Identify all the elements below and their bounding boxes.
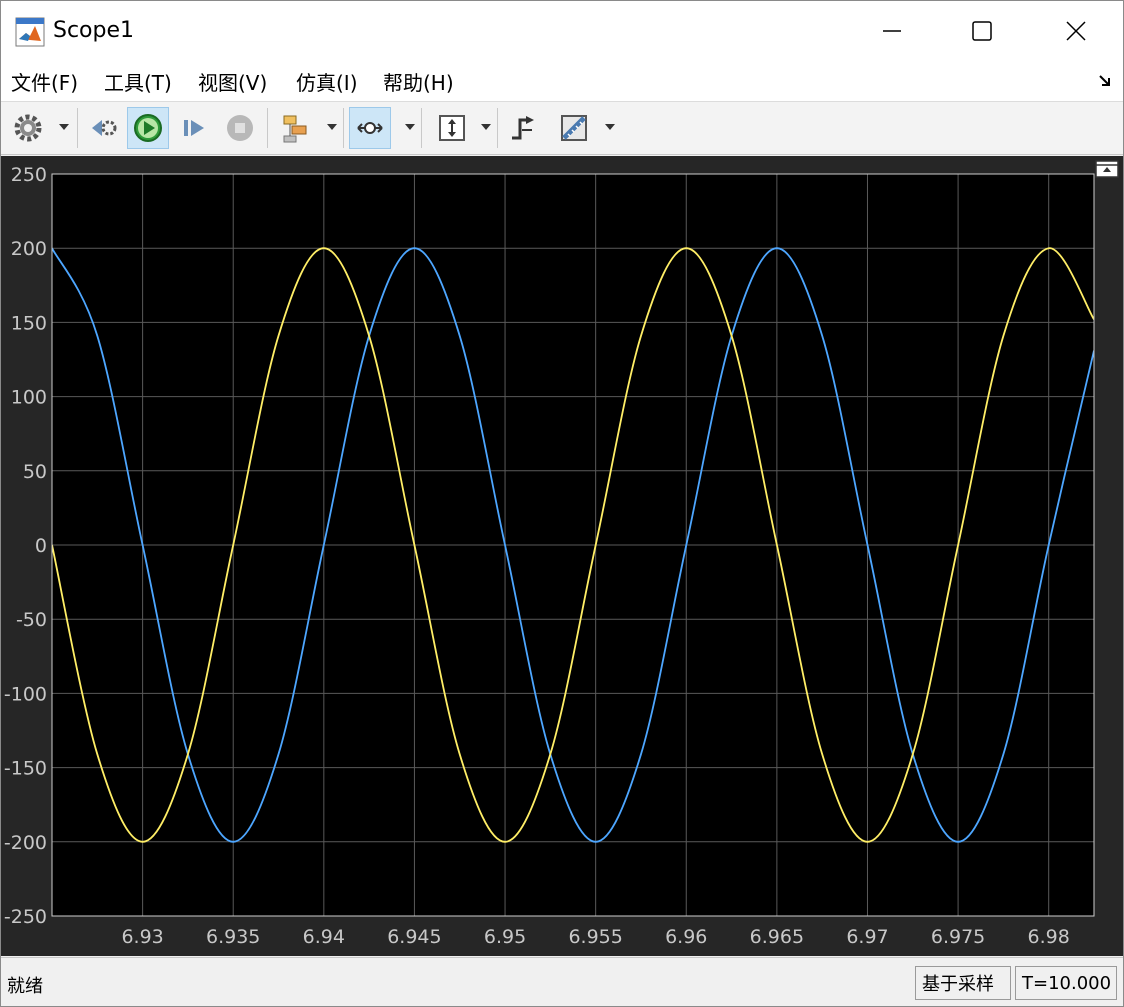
y-tick-label: -100 xyxy=(4,683,47,705)
step-back-icon xyxy=(92,120,117,136)
minimize-icon xyxy=(883,30,901,32)
y-tick-label: -250 xyxy=(4,906,47,928)
zoom-icon xyxy=(357,122,383,134)
trigger-icon xyxy=(512,116,534,140)
maximize-icon xyxy=(972,21,992,41)
toolbar-separator xyxy=(267,108,268,148)
measure-icon xyxy=(561,115,587,141)
gear-icon xyxy=(14,114,42,142)
toolbar-separator xyxy=(77,108,78,148)
y-tick-label: 100 xyxy=(11,387,47,409)
menu-simulation[interactable]: 仿真(I) xyxy=(296,67,358,96)
matlab-icon xyxy=(15,17,45,47)
menu-help[interactable]: 帮助(H) xyxy=(383,67,454,96)
y-tick-label: -50 xyxy=(16,609,47,631)
toolbar-separator xyxy=(497,108,498,148)
close-icon xyxy=(1066,21,1086,41)
x-tick-label: 6.98 xyxy=(1028,926,1070,948)
signal-select-dropdown[interactable] xyxy=(327,124,337,130)
zoom-button[interactable] xyxy=(349,107,391,149)
x-tick-label: 6.975 xyxy=(931,926,985,948)
dock-arrow-icon[interactable] xyxy=(1097,71,1115,89)
toolbar-separator xyxy=(421,108,422,148)
stop-button[interactable] xyxy=(219,107,261,149)
measure-dropdown[interactable] xyxy=(605,124,615,130)
stop-icon xyxy=(227,115,253,141)
x-tick-label: 6.96 xyxy=(665,926,707,948)
zoom-dropdown[interactable] xyxy=(405,124,415,130)
menu-tools[interactable]: 工具(T) xyxy=(104,67,172,96)
x-tick-label: 6.965 xyxy=(750,926,804,948)
close-button[interactable] xyxy=(1031,1,1121,61)
y-tick-label: 250 xyxy=(11,164,47,186)
y-tick-label: 200 xyxy=(11,238,47,260)
sample-mode-label: 基于采样 xyxy=(915,966,1011,1000)
y-tick-label: -150 xyxy=(4,758,47,780)
configuration-button[interactable] xyxy=(7,107,49,149)
scope-display[interactable]: 6.93 6.935 6.94 6.945 6.95 6.955 6.96 6.965 6.97… xyxy=(1,156,1123,956)
y-tick-label: 50 xyxy=(23,461,47,483)
run-button[interactable] xyxy=(127,107,169,149)
measure-button[interactable] xyxy=(553,107,595,149)
minimize-button[interactable] xyxy=(847,1,937,61)
y-tick-label: 0 xyxy=(35,535,47,557)
scope-window: Scope1 文件(F) 工具(T) 视图(V) 仿真(I) 帮助(H) 6.9… xyxy=(0,0,1124,1007)
x-tick-label: 6.955 xyxy=(568,926,622,948)
x-tick-label: 6.95 xyxy=(484,926,526,948)
menu-bar: 文件(F) 工具(T) 视图(V) 仿真(I) 帮助(H) xyxy=(1,61,1123,101)
title-bar[interactable]: Scope1 xyxy=(1,1,1123,61)
signal-select-icon xyxy=(283,115,307,143)
menu-view[interactable]: 视图(V) xyxy=(198,67,267,96)
autoscale-button[interactable] xyxy=(431,107,473,149)
undock-icon[interactable] xyxy=(1095,160,1119,178)
configuration-dropdown[interactable] xyxy=(59,124,69,130)
simulation-time: T=10.000 xyxy=(1015,966,1117,1000)
toolbar xyxy=(1,101,1123,155)
window-title: Scope1 xyxy=(53,18,135,43)
status-text: 就绪 xyxy=(7,976,43,997)
autoscale-icon xyxy=(439,115,465,141)
signal-select-button[interactable] xyxy=(275,107,317,149)
menu-file[interactable]: 文件(F) xyxy=(11,67,78,96)
x-tick-label: 6.97 xyxy=(846,926,888,948)
step-back-button[interactable] xyxy=(83,107,125,149)
x-tick-label: 6.93 xyxy=(121,926,163,948)
x-tick-label: 6.935 xyxy=(206,926,260,948)
toolbar-separator xyxy=(343,108,344,148)
maximize-button[interactable] xyxy=(937,1,1027,61)
x-tick-label: 6.94 xyxy=(303,926,345,948)
y-tick-label: 150 xyxy=(11,312,47,334)
step-forward-button[interactable] xyxy=(173,107,215,149)
scope-chart[interactable]: 6.93 6.935 6.94 6.945 6.95 6.955 6.96 6.965 6.97… xyxy=(1,156,1123,956)
y-tick-label: -200 xyxy=(4,832,47,854)
step-forward-icon xyxy=(184,120,204,136)
x-tick-label: 6.945 xyxy=(387,926,441,948)
run-icon xyxy=(134,114,162,142)
trigger-button[interactable] xyxy=(503,107,545,149)
autoscale-dropdown[interactable] xyxy=(481,124,491,130)
status-bar: 就绪 基于采样 T=10.000 xyxy=(1,957,1123,1006)
